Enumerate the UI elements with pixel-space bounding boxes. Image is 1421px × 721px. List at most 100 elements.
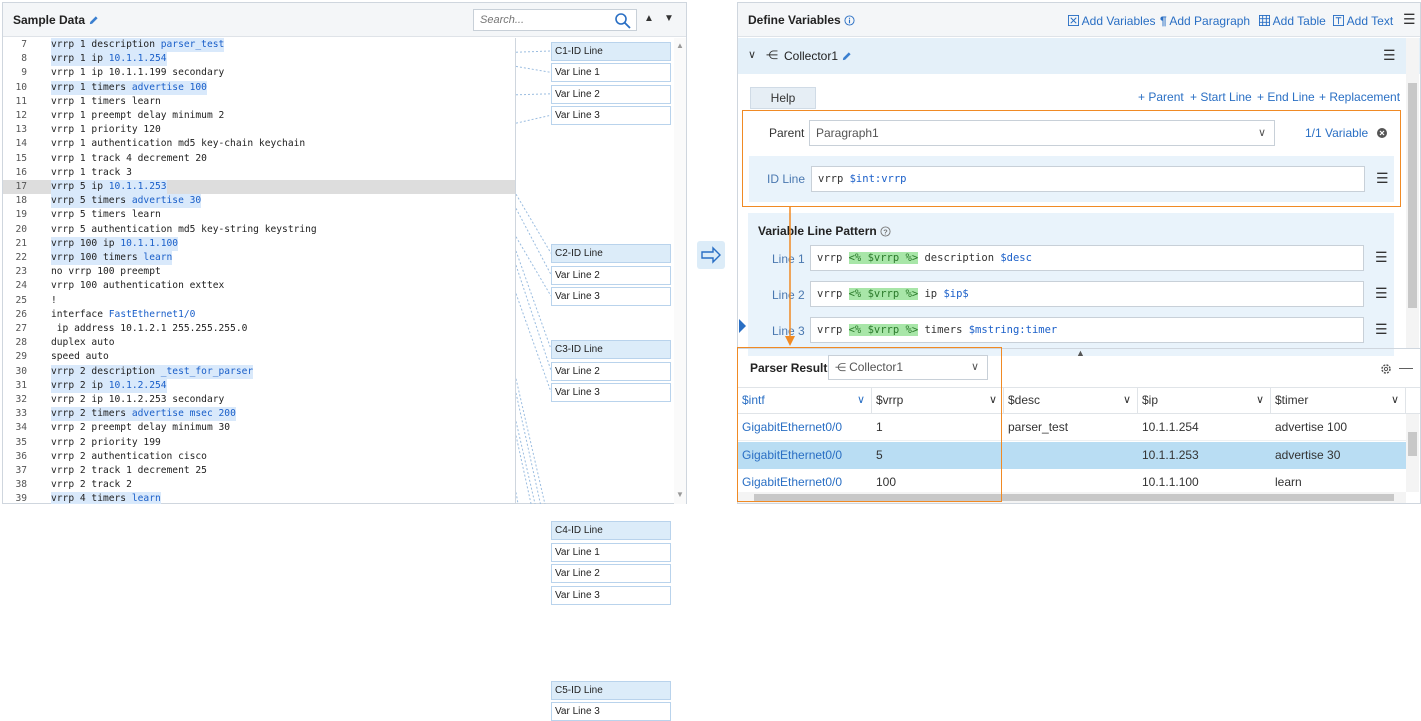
code-line[interactable]: 9 vrrp 1 ip 10.1.1.199 secondary — [3, 66, 515, 80]
id-line-tag[interactable]: C3-ID Line — [551, 340, 671, 360]
var-line-tag[interactable]: Var Line 2 — [551, 361, 671, 381]
code-line[interactable]: 18 vrrp 5 timers advertise 30 — [3, 194, 515, 209]
collapse-chevron-icon[interactable]: ∨ — [748, 48, 756, 61]
code-line[interactable]: 19 vrrp 5 timers learn — [3, 208, 515, 222]
code-line[interactable]: 13 vrrp 1 priority 120 — [3, 123, 515, 137]
code-line[interactable]: 20 vrrp 5 authentication md5 key-string k… — [3, 223, 515, 237]
scroll-down-arrow-icon[interactable]: ▼ — [676, 490, 684, 499]
var-line-tag[interactable]: Var Line 3 — [551, 287, 671, 307]
code-line[interactable]: 12 vrrp 1 preempt delay minimum 2 — [3, 109, 515, 123]
id-line-tag[interactable]: C4-ID Line — [551, 521, 671, 541]
var-line-tag[interactable]: Var Line 3 — [551, 585, 671, 605]
chevron-down-icon[interactable]: ∨ — [1391, 387, 1399, 413]
help-button[interactable]: Help — [750, 87, 816, 109]
code-line[interactable]: 17 vrrp 5 ip 10.1.1.253 — [3, 180, 515, 195]
id-line-tag[interactable]: C1-ID Line — [551, 42, 671, 61]
var-line-tag[interactable]: Var Line 2 — [551, 84, 671, 104]
code-line[interactable]: 33 vrrp 2 timers advertise msec 200 — [3, 407, 515, 422]
line-number: 34 — [15, 422, 27, 434]
column-header[interactable]: $timer ∨ — [1271, 387, 1406, 413]
right-scrollbar-thumb[interactable] — [1408, 83, 1417, 308]
add-start-line-link[interactable]: + Start Line — [1190, 90, 1252, 104]
var-line-tag[interactable]: Var Line 3 — [551, 382, 671, 402]
code-line[interactable]: 27 ip address 10.1.2.1 255.255.255.0 — [3, 322, 515, 336]
scroll-up-arrow-icon[interactable]: ▲ — [676, 41, 684, 50]
collector-name-text: Collector1 — [784, 49, 839, 63]
var-line-tag[interactable]: Var Line 1 — [551, 542, 671, 562]
editor-scrollbar[interactable]: ▲ ▼ — [674, 38, 686, 504]
pattern-line-menu-icon[interactable]: ☰ — [1375, 321, 1388, 338]
code-line[interactable]: 25! — [3, 294, 515, 308]
add-end-line-link[interactable]: + End Line — [1257, 90, 1315, 104]
column-header[interactable]: $desc ∨ — [1004, 387, 1138, 413]
var-line-tag[interactable]: Var Line 3 — [551, 106, 671, 126]
header-menu-icon[interactable]: ☰ — [1403, 11, 1416, 28]
table-vscroll-thumb[interactable] — [1408, 432, 1417, 456]
add-replacement-link[interactable]: + Replacement — [1319, 90, 1400, 104]
code-line[interactable]: 22 vrrp 100 timers learn — [3, 251, 515, 266]
code-editor[interactable]: 7 vrrp 1 description parser_test 8 vrrp 1 i… — [3, 38, 515, 504]
settings-gear-icon[interactable] — [1380, 363, 1392, 375]
var-line-tag[interactable]: Var Line 3 — [551, 702, 671, 721]
pattern-line-menu-icon[interactable]: ☰ — [1375, 285, 1388, 302]
add-variables-button[interactable]: Add Variables — [1068, 14, 1156, 28]
collector-menu-icon[interactable]: ☰ — [1383, 47, 1396, 64]
code-line[interactable]: 35 vrrp 2 priority 199 — [3, 436, 515, 450]
collector-bar[interactable]: ∨ ⋲ Collector1 ☰ — [738, 38, 1420, 74]
pattern-line-menu-icon[interactable]: ☰ — [1375, 249, 1388, 266]
code-line[interactable]: 28 duplex auto — [3, 336, 515, 350]
splitter-up-icon[interactable]: ▲ — [1076, 348, 1085, 358]
code-line[interactable]: 39 vrrp 4 timers learn — [3, 492, 515, 504]
table-vscroll[interactable] — [1406, 414, 1419, 492]
code-line[interactable]: 29 speed auto — [3, 350, 515, 364]
add-parent-link[interactable]: + Parent — [1138, 90, 1184, 104]
parent-select[interactable]: Paragraph1 ∨ — [809, 120, 1275, 146]
transfer-arrow-button[interactable] — [697, 241, 725, 269]
search-icon[interactable] — [614, 12, 632, 30]
id-line-tag[interactable]: C5-ID Line — [551, 680, 671, 700]
code-line[interactable]: 16 vrrp 1 track 3 — [3, 166, 515, 180]
code-line[interactable]: 23 no vrrp 100 preempt — [3, 265, 515, 279]
code-line[interactable]: 26 interface FastEthernet1/0 — [3, 308, 515, 322]
code-line[interactable]: 38 vrrp 2 track 2 — [3, 478, 515, 492]
pattern-line-input[interactable]: vrrp <% $vrrp %> description $desc — [810, 245, 1364, 271]
column-header[interactable]: $ip ∨ — [1138, 387, 1271, 413]
var-line-tag[interactable]: Var Line 1 — [551, 63, 671, 83]
code-line[interactable]: 32 vrrp 2 ip 10.1.2.253 secondary — [3, 393, 515, 407]
code-line[interactable]: 37 vrrp 2 track 1 decrement 25 — [3, 464, 515, 478]
add-paragraph-button[interactable]: ¶ Add Paragraph — [1160, 14, 1250, 28]
scroll-up-triangle-icon[interactable]: ▲ — [644, 13, 654, 24]
pattern-line-input[interactable]: vrrp <% $vrrp %> timers $mstring:timer — [810, 317, 1364, 343]
info-icon[interactable] — [844, 15, 855, 26]
code-line[interactable]: 36 vrrp 2 authentication cisco — [3, 450, 515, 464]
code-line[interactable]: 24 vrrp 100 authentication exttex — [3, 279, 515, 293]
add-table-button[interactable]: Add Table — [1259, 14, 1326, 28]
code-line[interactable]: 31 vrrp 2 ip 10.1.2.254 — [3, 378, 515, 393]
var-line-tag[interactable]: Var Line 2 — [551, 265, 671, 285]
minimize-icon[interactable]: — — [1399, 359, 1413, 375]
remove-icon[interactable] — [1377, 128, 1387, 138]
code-line[interactable]: 11 vrrp 1 timers learn — [3, 95, 515, 109]
code-line[interactable]: 10 vrrp 1 timers advertise 100 — [3, 80, 515, 95]
id-line-tag[interactable]: C2-ID Line — [551, 244, 671, 264]
edit-collector-icon[interactable] — [841, 51, 852, 62]
chevron-down-icon[interactable]: ∨ — [1256, 387, 1264, 413]
pattern-line-input[interactable]: vrrp <% $vrrp %> ip $ip$ — [810, 281, 1364, 307]
search-input[interactable] — [474, 10, 604, 30]
code-line[interactable]: 14 vrrp 1 authentication md5 key-chain ke… — [3, 137, 515, 151]
code-line[interactable]: 21 vrrp 100 ip 10.1.1.100 — [3, 236, 515, 251]
add-text-button[interactable]: Add Text — [1333, 14, 1393, 28]
code-line[interactable]: 30 vrrp 2 description _test_for_parser — [3, 364, 515, 379]
code-line[interactable]: 34 vrrp 2 preempt delay minimum 30 — [3, 421, 515, 435]
code-line[interactable]: 8 vrrp 1 ip 10.1.1.254 — [3, 52, 515, 67]
var-line-tag[interactable]: Var Line 2 — [551, 564, 671, 584]
id-line-input[interactable]: vrrp $int:vrrp — [811, 166, 1365, 192]
chevron-down-icon[interactable]: ∨ — [1123, 387, 1131, 413]
id-line-menu-icon[interactable]: ☰ — [1376, 170, 1389, 187]
code-line[interactable]: 15 vrrp 1 track 4 decrement 20 — [3, 152, 515, 166]
variable-count-link[interactable]: 1/1 Variable — [1305, 126, 1368, 140]
code-line[interactable]: 7 vrrp 1 description parser_test — [3, 38, 515, 53]
scroll-down-triangle-icon[interactable]: ▼ — [664, 13, 674, 24]
help-circle-icon[interactable]: ? — [880, 226, 891, 237]
edit-pencil-icon[interactable] — [88, 15, 99, 26]
